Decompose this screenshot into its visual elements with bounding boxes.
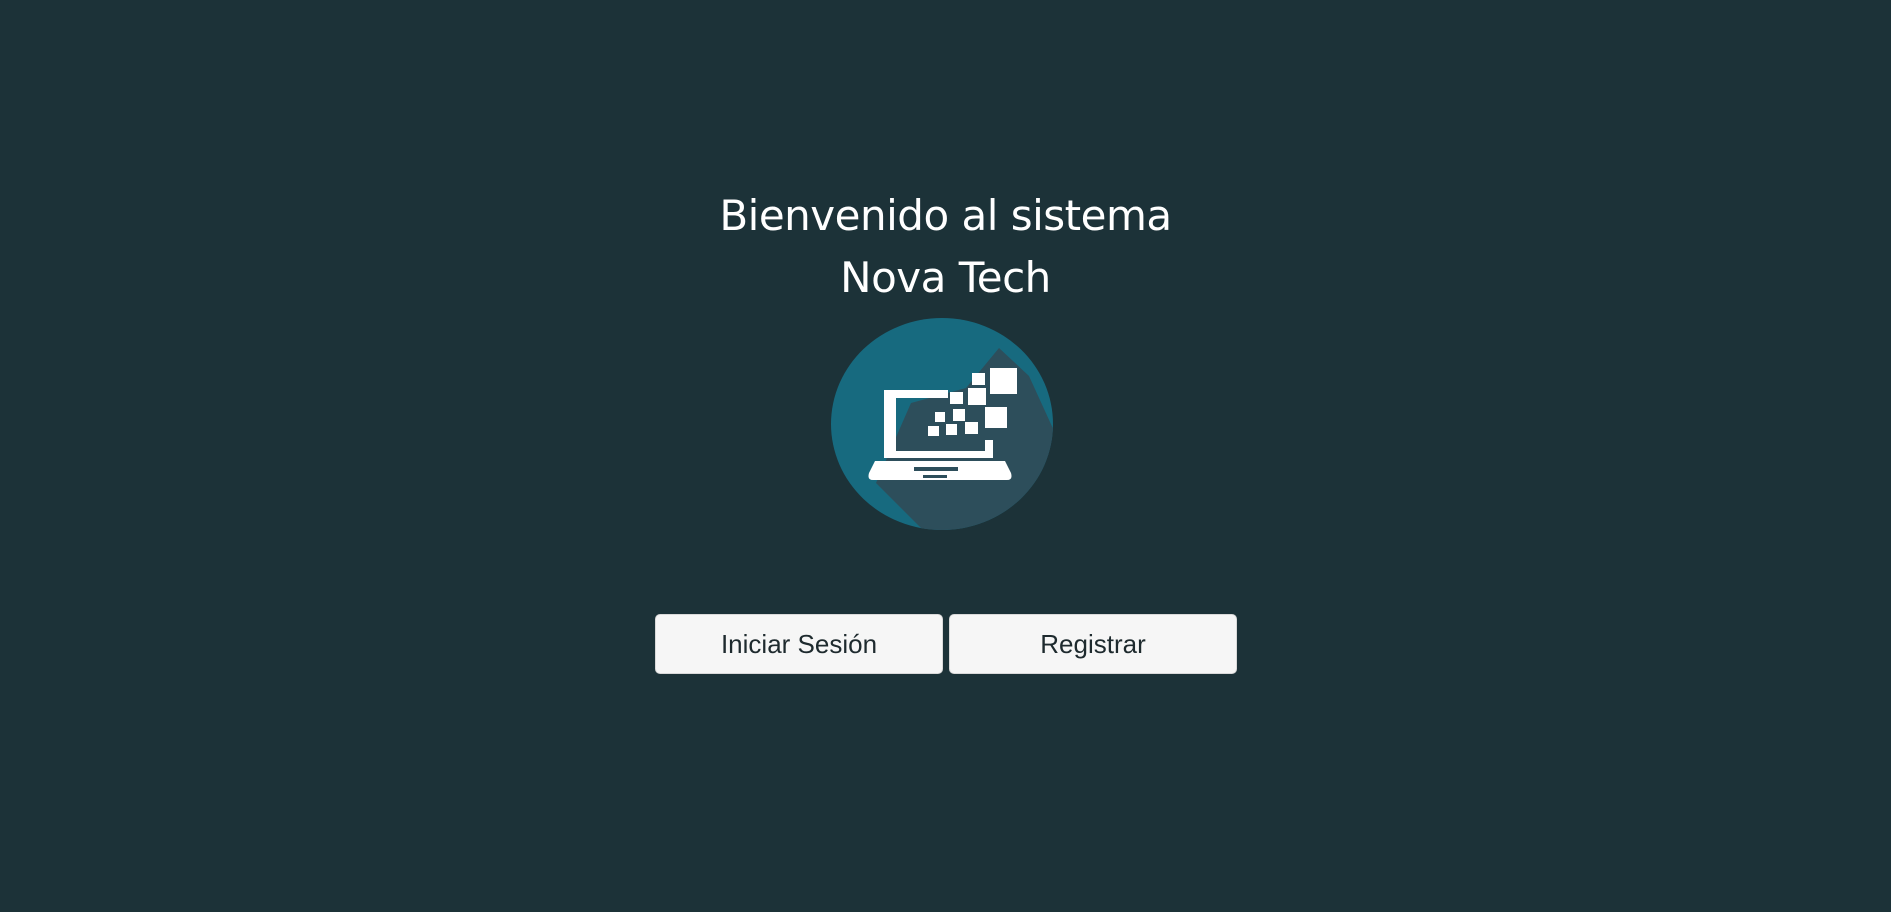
laptop-pixels-icon xyxy=(831,318,1053,530)
system-name: Nova Tech xyxy=(840,253,1051,302)
register-button[interactable]: Registrar xyxy=(949,614,1237,674)
auth-actions: Iniciar Sesión Registrar xyxy=(655,614,1237,674)
welcome-title: Bienvenido al sistema xyxy=(719,191,1172,240)
welcome-heading: Bienvenido al sistema Nova Tech xyxy=(0,185,1891,309)
login-button[interactable]: Iniciar Sesión xyxy=(655,614,943,674)
